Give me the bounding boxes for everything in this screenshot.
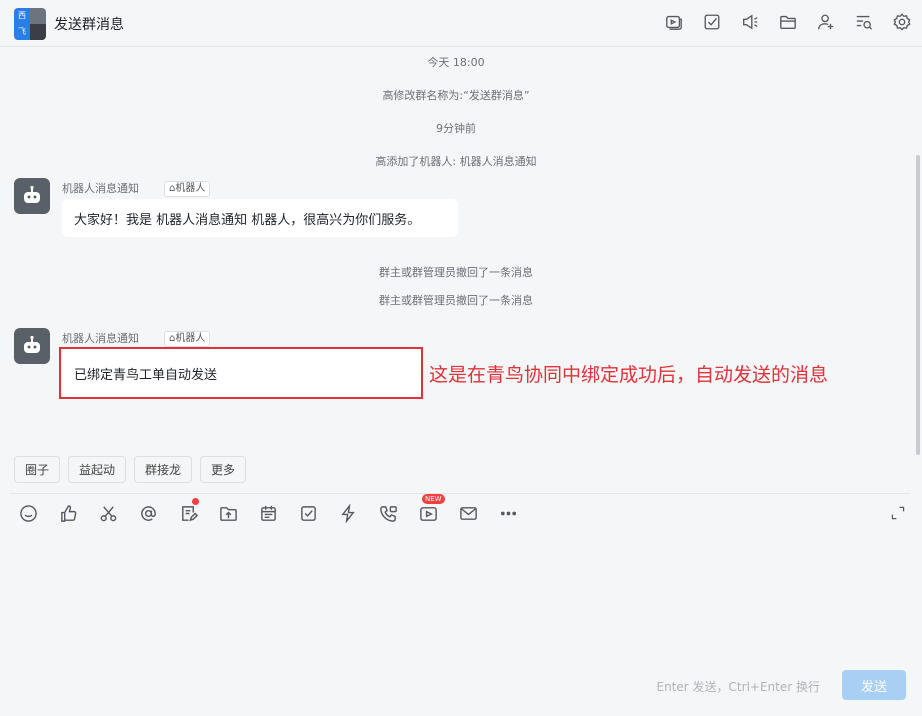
highlight-annotation-box: [59, 347, 423, 399]
mail-icon[interactable]: [458, 502, 478, 524]
notification-dot: [192, 498, 199, 505]
system-message: 群主或群管理员撤回了一条消息: [379, 294, 533, 307]
composer-toolbar: NEW: [18, 494, 518, 524]
send-button[interactable]: 发送: [842, 670, 906, 700]
system-time: 今天 18:00: [427, 56, 485, 69]
message-sender[interactable]: 机器人消息通知: [62, 330, 139, 346]
upload-file-icon[interactable]: [218, 502, 238, 524]
chat-header: 西 飞 发送群消息: [0, 0, 922, 47]
message-input[interactable]: [10, 530, 910, 660]
composer-divider: [10, 493, 910, 494]
message-sender[interactable]: 机器人消息通知: [62, 180, 139, 196]
avatar-cell: [30, 24, 46, 40]
announcement-icon[interactable]: [740, 12, 760, 32]
send-hint: Enter 发送，Ctrl+Enter 换行: [656, 680, 820, 694]
expand-icon[interactable]: [890, 505, 908, 523]
robot-icon: [24, 335, 40, 353]
scrollbar[interactable]: [916, 155, 920, 455]
doc-edit-icon[interactable]: [178, 498, 199, 524]
calendar-icon[interactable]: [258, 502, 278, 524]
avatar-cell: 西: [14, 8, 30, 24]
system-message: 高添加了机器人: 机器人消息通知: [375, 155, 537, 168]
bot-tag-label: 机器人: [175, 183, 206, 194]
chip-circle[interactable]: 圈子: [14, 456, 61, 483]
settings-icon[interactable]: [892, 12, 912, 32]
system-time: 9分钟前: [436, 122, 476, 135]
mention-icon[interactable]: [138, 502, 158, 524]
bot-tag: ⌂机器人: [164, 181, 211, 197]
bot-tag-label: 机器人: [175, 333, 206, 344]
system-message: 群主或群管理员撤回了一条消息: [379, 266, 533, 279]
annotation-text: 这是在青鸟协同中绑定成功后，自动发送的消息: [429, 364, 829, 386]
message-bubble[interactable]: 大家好！我是 机器人消息通知 机器人，很高兴为你们服务。: [62, 199, 458, 237]
lightning-icon[interactable]: [338, 502, 358, 524]
thumbs-up-icon[interactable]: [58, 502, 78, 524]
search-history-icon[interactable]: [854, 12, 874, 32]
chip-more[interactable]: 更多: [200, 456, 247, 483]
quick-action-chips: 圈子 益起动 群接龙 更多: [14, 456, 247, 483]
chip-charity[interactable]: 益起动: [68, 456, 127, 483]
task-icon[interactable]: [702, 12, 722, 32]
avatar-cell: [30, 8, 46, 24]
bot-tag: ⌂机器人: [164, 331, 211, 347]
bot-avatar[interactable]: [14, 178, 50, 214]
system-message: 高修改群名称为:“发送群消息”: [382, 89, 530, 102]
scissors-icon[interactable]: [98, 502, 118, 524]
live-video-icon[interactable]: NEW: [418, 494, 445, 524]
group-avatar[interactable]: 西 飞: [14, 8, 46, 40]
avatar-cell: 飞: [14, 24, 30, 40]
chat-title[interactable]: 发送群消息: [54, 14, 124, 34]
new-badge: NEW: [422, 494, 445, 504]
bot-avatar[interactable]: [14, 328, 50, 364]
header-toolbar: [664, 12, 912, 32]
folder-icon[interactable]: [778, 12, 798, 32]
chip-group-relay[interactable]: 群接龙: [134, 456, 193, 483]
add-member-icon[interactable]: [816, 12, 836, 32]
emoji-icon[interactable]: [18, 502, 38, 524]
more-icon[interactable]: [498, 502, 518, 524]
voice-call-icon[interactable]: [378, 502, 398, 524]
screen-share-icon[interactable]: [664, 12, 684, 32]
task-check-icon[interactable]: [298, 502, 318, 524]
robot-icon: [24, 185, 40, 203]
